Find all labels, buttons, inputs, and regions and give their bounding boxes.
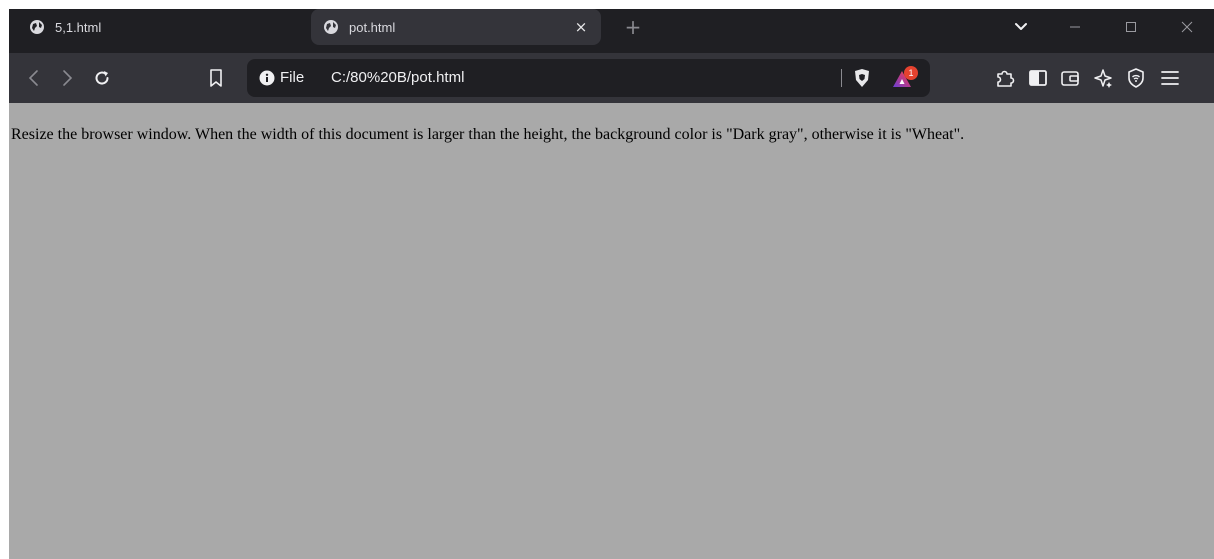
chevron-down-icon (1015, 23, 1027, 30)
maximize-icon (1126, 22, 1136, 32)
browser-window: 5,1.html pot.html × + File C:/80%20B/pot… (9, 9, 1214, 559)
url-text[interactable]: C:/80%20B/pot.html (331, 69, 464, 86)
vpn-button[interactable] (1123, 65, 1149, 91)
forward-button[interactable] (54, 65, 80, 91)
tab-5-1-html[interactable]: 5,1.html (17, 9, 297, 45)
reload-button[interactable] (89, 65, 115, 91)
sidebar-icon (1029, 70, 1047, 86)
lion-shield-icon[interactable] (851, 67, 873, 89)
bookmark-icon (210, 69, 222, 87)
wallet-button[interactable] (1057, 65, 1083, 91)
tab-title: 5,1.html (55, 19, 102, 35)
close-icon (1181, 21, 1193, 33)
rewards-badge: 1 (908, 68, 913, 78)
site-info-label[interactable]: File (280, 69, 304, 86)
close-window-button[interactable] (1173, 13, 1201, 41)
sidebar-button[interactable] (1025, 65, 1051, 91)
close-tab-button[interactable]: × (571, 17, 591, 37)
page-text: Resize the browser window. When the widt… (11, 126, 965, 143)
chevron-left-icon (28, 70, 38, 86)
tab-strip: 5,1.html pot.html × + (9, 9, 1214, 53)
globe-icon (324, 20, 338, 34)
extensions-button[interactable] (992, 65, 1018, 91)
tab-title: pot.html (349, 19, 396, 35)
minimize-button[interactable] (1061, 13, 1089, 41)
wallet-icon (1061, 71, 1079, 86)
rewards-triangle-icon[interactable]: 1 (892, 65, 920, 91)
bookmark-button[interactable] (203, 65, 229, 91)
info-icon[interactable] (259, 70, 275, 86)
puzzle-icon (997, 70, 1015, 87)
globe-icon (30, 20, 44, 34)
minimize-icon (1070, 26, 1080, 28)
leo-ai-icon (1094, 69, 1112, 88)
address-bar[interactable]: File C:/80%20B/pot.html 1 (247, 59, 930, 97)
maximize-button[interactable] (1117, 13, 1145, 41)
hamburger-menu-icon (1161, 71, 1179, 85)
reload-icon (95, 71, 109, 85)
new-tab-button[interactable]: + (621, 15, 645, 39)
tab-pot-html[interactable]: pot.html × (311, 9, 601, 45)
tab-search-button[interactable] (1007, 13, 1035, 41)
toolbar: File C:/80%20B/pot.html 1 (9, 53, 1214, 103)
vpn-shield-icon (1128, 68, 1144, 88)
page-viewport: Resize the browser window. When the widt… (9, 103, 1214, 559)
main-menu-button[interactable] (1157, 65, 1183, 91)
chevron-right-icon (63, 70, 73, 86)
url-separator (841, 69, 842, 87)
leo-ai-button[interactable] (1090, 65, 1116, 91)
back-button[interactable] (21, 65, 47, 91)
